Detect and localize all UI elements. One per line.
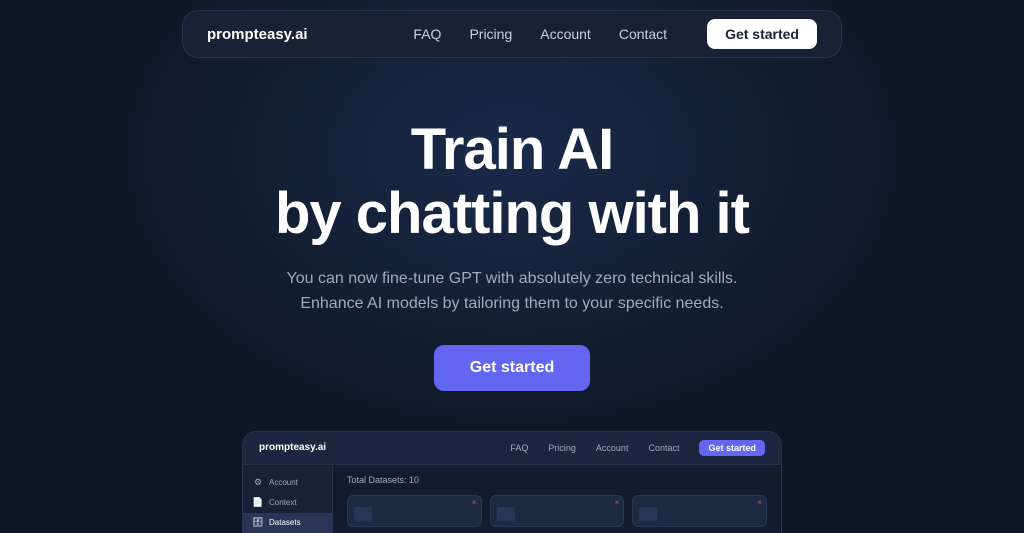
hero-section: Train AI by chatting with it You can now…	[0, 68, 1024, 431]
account-icon: ⚙	[253, 478, 263, 488]
preview-main: Total Datasets: 10 × × ×	[333, 465, 781, 533]
preview-nav-contact: Contact	[648, 443, 679, 453]
preview-nav-faq: FAQ	[510, 443, 528, 453]
hero-title-line2: by chatting with it	[275, 181, 749, 246]
preview-container: prompteasy.ai FAQ Pricing Account Contac…	[242, 431, 782, 533]
nav-link-contact[interactable]: Contact	[619, 26, 667, 42]
preview-card-2: ×	[490, 495, 625, 527]
preview-card-3: ×	[632, 495, 767, 527]
navbar: prompteasy.ai FAQ Pricing Account Contac…	[0, 0, 1024, 68]
hero-title: Train AI by chatting with it	[275, 118, 749, 246]
preview-sidebar-datasets[interactable]: 🗄 Datasets	[243, 513, 332, 533]
hero-subtitle-line1: You can now fine-tune GPT with absolutel…	[287, 270, 738, 287]
preview-sidebar: ⚙ Account 📄 Context 🗄 Datasets	[243, 465, 333, 533]
nav-cta-button[interactable]: Get started	[707, 19, 817, 49]
context-icon: 📄	[253, 498, 263, 508]
nav-link-account[interactable]: Account	[540, 26, 591, 42]
hero-subtitle-line2: Enhance AI models by tailoring them to y…	[300, 295, 723, 312]
preview-sidebar-account[interactable]: ⚙ Account	[243, 473, 332, 493]
hero-title-line1: Train AI	[411, 117, 614, 182]
card-icon-3	[639, 507, 657, 521]
preview-nav-pricing: Pricing	[548, 443, 576, 453]
preview-cta-button[interactable]: Get started	[699, 440, 765, 456]
preview-nav-account: Account	[596, 443, 629, 453]
card-close-2[interactable]: ×	[615, 499, 620, 507]
card-icon-2	[497, 507, 515, 521]
preview-cards: × × ×	[347, 495, 767, 527]
preview-card-1: ×	[347, 495, 482, 527]
nav-links: FAQ Pricing Account Contact	[413, 26, 667, 42]
card-close-3[interactable]: ×	[757, 499, 762, 507]
nav-link-faq[interactable]: FAQ	[413, 26, 441, 42]
datasets-icon: 🗄	[253, 518, 263, 528]
preview-sidebar-context-label: Context	[269, 498, 297, 507]
preview-total-datasets: Total Datasets: 10	[347, 475, 767, 485]
preview-sidebar-datasets-label: Datasets	[269, 518, 301, 527]
brand-logo: prompteasy.ai	[207, 26, 308, 43]
preview-navbar: prompteasy.ai FAQ Pricing Account Contac…	[243, 432, 781, 465]
preview-body: ⚙ Account 📄 Context 🗄 Datasets Total Dat…	[243, 465, 781, 533]
hero-cta-button[interactable]: Get started	[434, 345, 590, 391]
card-close-1[interactable]: ×	[472, 499, 477, 507]
preview-sidebar-account-label: Account	[269, 478, 298, 487]
card-icon-1	[354, 507, 372, 521]
preview-brand: prompteasy.ai	[259, 442, 326, 453]
nav-link-pricing[interactable]: Pricing	[469, 26, 512, 42]
preview-wrapper: prompteasy.ai FAQ Pricing Account Contac…	[0, 431, 1024, 533]
preview-sidebar-context[interactable]: 📄 Context	[243, 493, 332, 513]
hero-subtitle: You can now fine-tune GPT with absolutel…	[287, 266, 738, 317]
navbar-inner: prompteasy.ai FAQ Pricing Account Contac…	[182, 10, 842, 58]
